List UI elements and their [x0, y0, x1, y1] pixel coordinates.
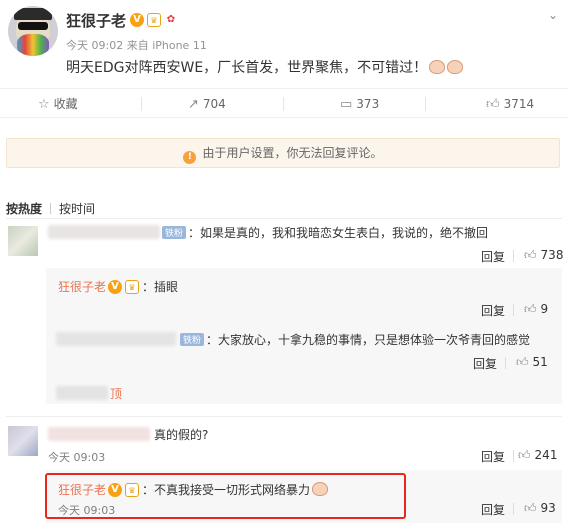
avatar-glasses	[18, 22, 48, 30]
vip-badge-icon: ♛	[125, 280, 139, 294]
reply-button[interactable]: 回复	[481, 302, 505, 319]
thumb-up-icon: 👍︎	[486, 97, 500, 112]
thumb-up-icon: 👍︎	[516, 355, 529, 369]
more-replies-link[interactable]: 顶	[110, 385, 122, 402]
avatar-hat	[14, 8, 52, 20]
divider	[6, 218, 562, 219]
favorite-label: 收藏	[53, 97, 78, 111]
reply-button[interactable]: 回复	[481, 448, 505, 465]
weibo-post-card: 狂很子老 V ♛ ✿ ⌄ 今天 09:02 来自 iPhone 11 明天EDG…	[0, 0, 568, 523]
vip-badge-icon: ♛	[147, 13, 161, 27]
comment-like-button[interactable]: 👍︎ 51	[516, 355, 548, 370]
redacted-username	[48, 427, 150, 441]
divider	[6, 416, 562, 417]
action-bar: ☆ 收藏 ↗ 704 ▭ 373 👍︎ 3714	[0, 88, 568, 118]
comment-like-count: 738	[540, 248, 564, 262]
comment-like-count: 93	[540, 501, 556, 515]
highlight-box	[45, 473, 406, 519]
comment-restriction-notice: ! 由于用户设置，你无法回复评论。	[6, 138, 560, 168]
thumb-up-icon: 👍︎	[524, 302, 537, 316]
chevron-down-icon[interactable]: ⌄	[548, 8, 558, 22]
action-separator	[141, 97, 142, 111]
avatar-beard	[17, 34, 49, 56]
comment-content: ：如果是真的，我和我暗恋女生表白，我说的，绝不撤回	[188, 226, 489, 240]
reply-text: 铁粉 ：大家放心，十拿九稳的事情，只是想体验一次爷青回的感觉	[180, 331, 530, 348]
notice-text: 由于用户设置，你无法回复评论。	[202, 146, 383, 160]
reply-text: 狂很子老	[58, 278, 106, 295]
commenter-avatar[interactable]	[8, 226, 38, 256]
comment-count: 373	[356, 97, 380, 111]
fan-tag: 铁粉	[162, 226, 187, 239]
rabbit-badge-icon: ✿	[164, 13, 178, 27]
action-separator	[425, 97, 426, 111]
warning-icon: !	[183, 151, 197, 164]
reply-separator	[513, 450, 514, 462]
action-separator	[283, 97, 284, 111]
reply-button[interactable]: 回复	[481, 501, 505, 518]
verified-badge-icon: V	[108, 280, 122, 294]
thumb-up-icon: 👍︎	[524, 248, 537, 262]
comment-button[interactable]: ▭ 373	[340, 89, 379, 119]
thumb-up-icon: 👍︎	[524, 501, 537, 515]
thumb-up-icon: 👍︎	[518, 448, 531, 462]
comment-like-count: 241	[534, 448, 558, 462]
reply-button[interactable]: 回复	[473, 355, 497, 372]
post-meta: 今天 09:02 来自 iPhone 11	[66, 39, 207, 52]
reply-content: ：插眼	[142, 280, 179, 294]
comment-sort-bar: 按热度 按时间	[6, 200, 95, 217]
sort-separator	[50, 203, 52, 214]
redacted-username	[56, 332, 176, 346]
repost-button[interactable]: ↗ 704	[188, 89, 226, 119]
like-button[interactable]: 👍︎ 3714	[486, 89, 534, 119]
comment-like-button[interactable]: 👍︎ 93	[524, 501, 556, 516]
reply-separator	[505, 357, 506, 369]
reply-separator	[513, 250, 514, 262]
fan-tag: 铁粉	[180, 333, 205, 346]
repost-icon: ↗	[188, 97, 199, 112]
author-avatar[interactable]	[8, 6, 58, 56]
comment-content: 真的假的?	[154, 428, 209, 442]
comment-time: 今天 09:03	[48, 451, 106, 464]
post-text: 明天EDG对阵西安WE，厂长首发，世界聚焦，不可错过！	[66, 57, 464, 77]
redacted-username	[48, 225, 160, 239]
author-name[interactable]: 狂很子老	[66, 10, 126, 31]
reply-content: ：大家放心，十拿九稳的事情，只是想体验一次爷青回的感觉	[206, 333, 531, 347]
reply-separator	[513, 304, 514, 316]
repost-count: 704	[202, 97, 226, 111]
comment-like-button[interactable]: 👍︎ 9	[524, 302, 548, 317]
comment-like-count: 9	[540, 302, 549, 316]
redacted-username	[56, 386, 108, 400]
comment-like-button[interactable]: 👍︎ 241	[518, 448, 557, 463]
comment-like-count: 51	[532, 355, 548, 369]
sort-by-time-tab[interactable]: 按时间	[59, 200, 95, 217]
like-count: 3714	[503, 97, 535, 111]
star-icon: ☆	[38, 97, 50, 112]
sort-by-hot-tab[interactable]: 按热度	[6, 200, 42, 217]
favorite-button[interactable]: ☆ 收藏	[38, 89, 78, 119]
comment-text: 铁粉 ：如果是真的，我和我暗恋女生表白，我说的，绝不撤回	[162, 224, 488, 241]
commenter-avatar[interactable]	[8, 426, 38, 456]
pig-emoji-icon	[429, 60, 446, 74]
comment-icon: ▭	[340, 97, 353, 112]
comment-like-button[interactable]: 👍︎ 738	[524, 248, 563, 263]
pig-emoji-icon	[447, 60, 464, 74]
post-text-content: 明天EDG对阵西安WE，厂长首发，世界聚焦，不可错过！	[66, 60, 428, 76]
reply-author[interactable]: 狂很子老	[58, 280, 106, 294]
reply-button[interactable]: 回复	[481, 248, 505, 265]
verified-badge-icon: V	[130, 13, 144, 27]
reply-separator	[513, 503, 514, 515]
